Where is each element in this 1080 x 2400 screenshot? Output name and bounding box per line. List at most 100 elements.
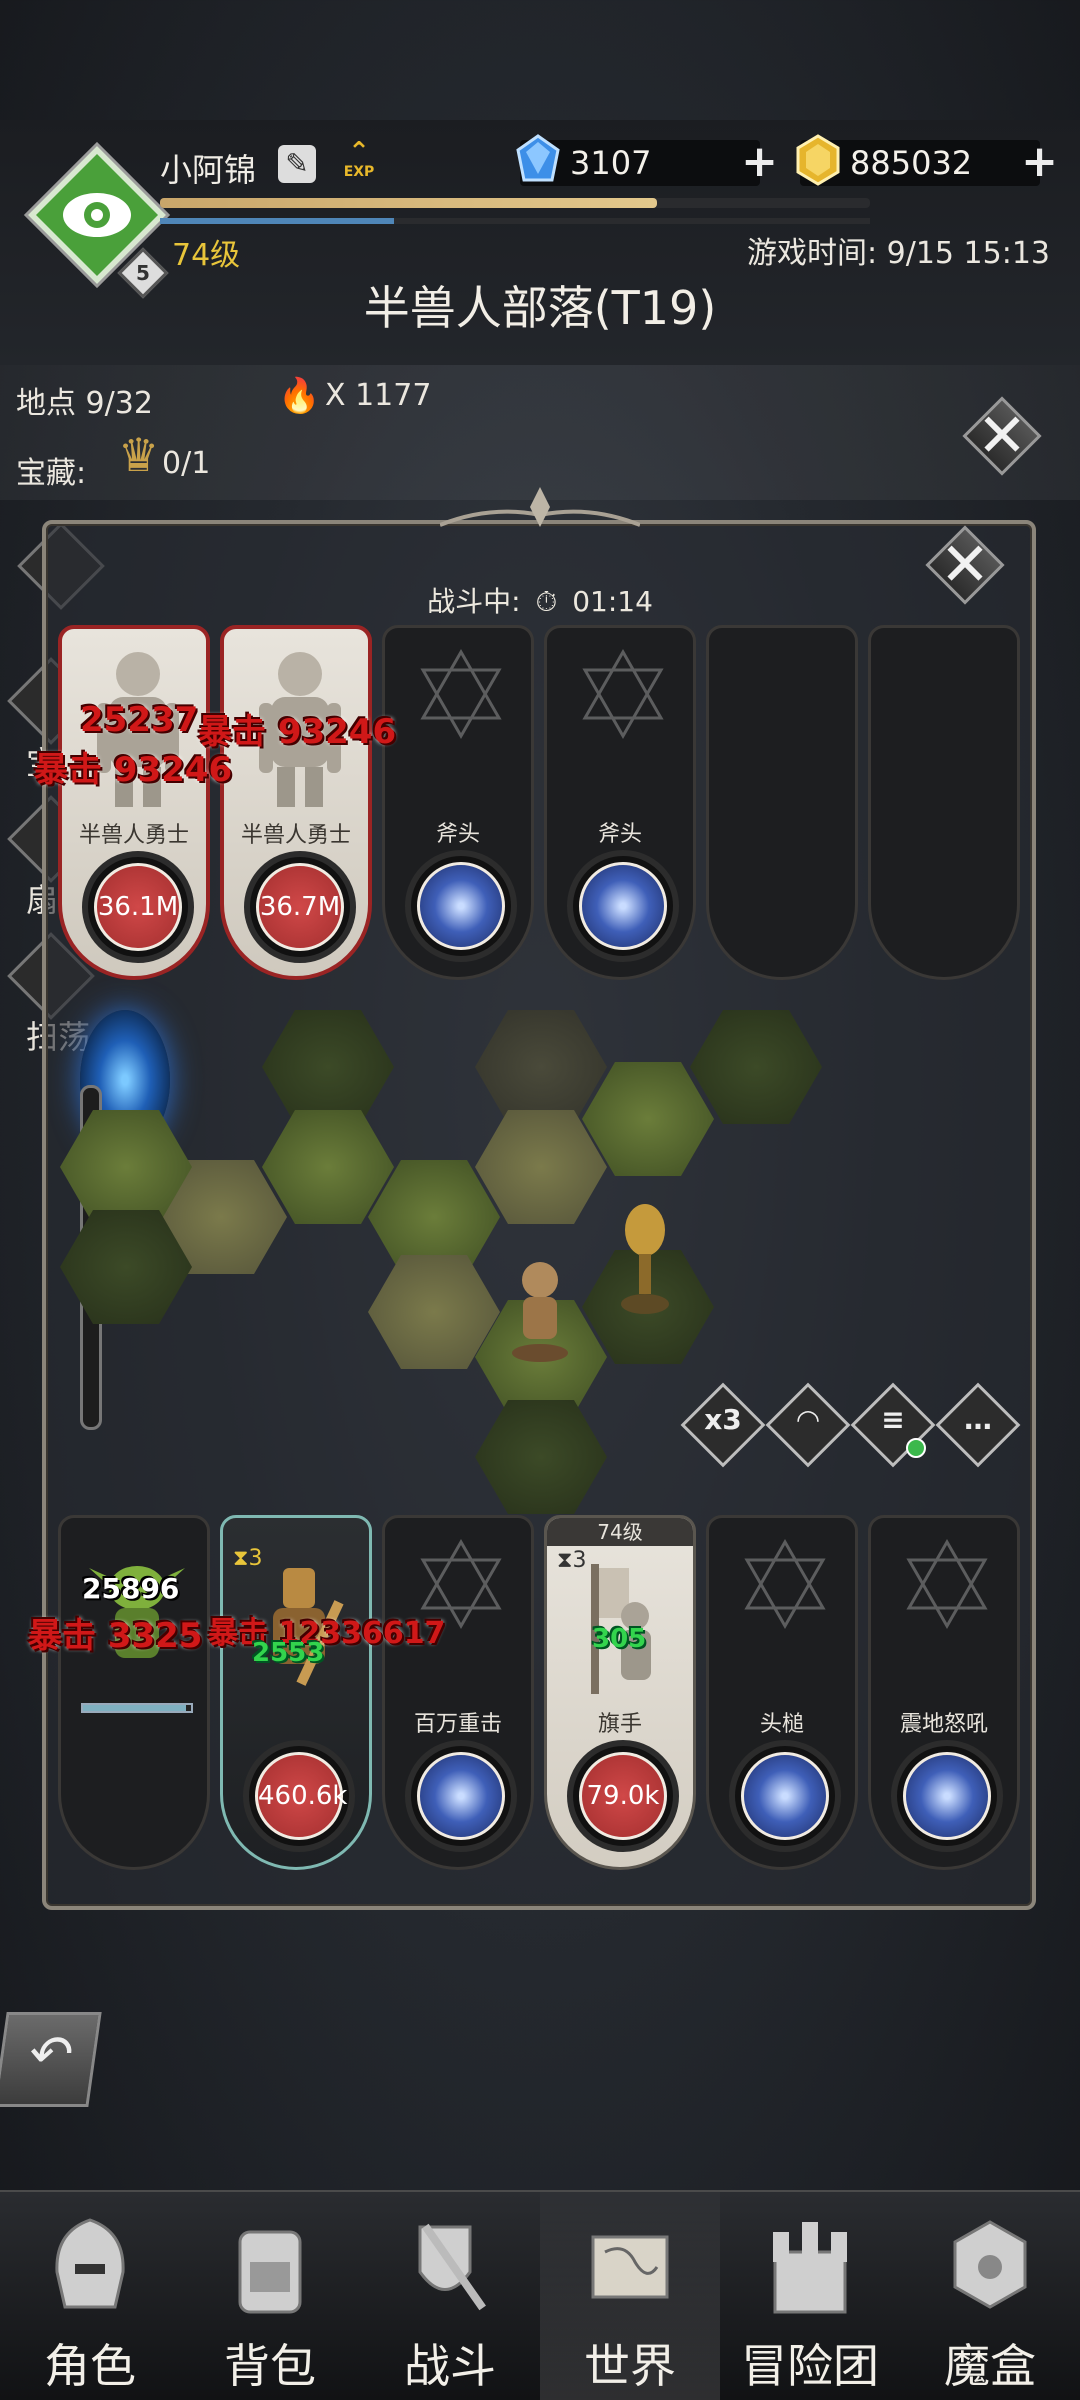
enemy-name: 半兽人勇士 [78, 823, 189, 848]
empty-enemy-slot [868, 625, 1020, 980]
ally-name: 旗手 [597, 1712, 642, 1737]
ally-card-warrior[interactable]: ⧗3 460.6k [220, 1515, 372, 1870]
player-token-icon[interactable] [505, 1255, 575, 1365]
game-time: 游戏时间: 9/15 15:13 [746, 236, 1050, 271]
castle-icon [773, 2222, 847, 2314]
close-zone-button[interactable]: ✕ [962, 396, 1042, 476]
skill-card-headbutt[interactable]: 头槌 [706, 1515, 858, 1870]
backpack-icon [238, 2230, 302, 2314]
auto-button[interactable]: ◠ [765, 1382, 851, 1468]
bottom-nav: 角色 背包 战斗 世界 冒险团 魔盒 [0, 2190, 1080, 2400]
nav-label: 背包 [224, 2339, 316, 2393]
close-icon: ✕ [976, 401, 1028, 471]
enemy-card-orc-warrior-1[interactable]: 半兽人勇士 36.1M [58, 625, 210, 980]
speed-x3-button[interactable]: x3 [680, 1382, 766, 1468]
torch-icon: 🔥 [278, 376, 321, 416]
enemy-hp: 36.7M [256, 863, 344, 951]
skill-orb [405, 1740, 517, 1852]
sword-skill-icon [417, 862, 505, 950]
skill-name: 震地怒吼 [899, 1712, 988, 1737]
skill-orb [405, 850, 517, 962]
nav-label: 冒险团 [741, 2339, 879, 2393]
ally-card-goblin[interactable] [58, 1515, 210, 1870]
shield-sword-icon [418, 2223, 486, 2311]
notification-dot [906, 1438, 926, 1458]
nav-label: 角色 [44, 2339, 136, 2393]
mushroom-cloud-skill-icon [417, 1752, 505, 1840]
enemy-hp-orb: 36.7M [244, 851, 356, 963]
ally-hp-orb: 460.6k [243, 1740, 355, 1852]
ally-hp-orb: 79.0k [567, 1740, 679, 1852]
damage-number: 25237 [80, 700, 199, 740]
skill-card-million-strike[interactable]: 百万重击 [382, 1515, 534, 1870]
chat-button[interactable]: … [935, 1382, 1021, 1468]
ally-hp-bar-fill [83, 1705, 186, 1711]
skill-name: 斧头 [435, 822, 480, 847]
exp-label: EXP [343, 164, 375, 180]
nav-item-world[interactable]: 世界 [540, 2192, 720, 2400]
hexagram-icon [582, 648, 664, 740]
speed-x3-label: x3 [704, 1403, 742, 1436]
add-diamond-button[interactable]: + [741, 140, 778, 184]
crit-damage-number: 暴击 12336617 [208, 1616, 446, 1651]
nav-item-battle[interactable]: 战斗 [360, 2192, 540, 2400]
player-name: 小阿锦 [160, 151, 257, 189]
hourglass-icon: ⧗ [233, 1546, 249, 1571]
trophy-icon: ♛ [118, 428, 160, 482]
ornament-icon [440, 487, 640, 527]
secondary-bar [160, 218, 870, 224]
skill-orb [567, 850, 679, 962]
crit-damage-number: 暴击 3325 [28, 1616, 203, 1656]
treasure-trophy-icon[interactable] [615, 1200, 675, 1320]
enemy-skill-card-axe-1[interactable]: 斧头 [382, 625, 534, 980]
back-button[interactable]: ↶ [0, 2012, 102, 2107]
nav-item-magic-box[interactable]: 魔盒 [900, 2192, 1080, 2400]
log-icon: ≡ [881, 1403, 905, 1436]
ally-hp: 79.0k [579, 1752, 667, 1840]
ally-hp: 460.6k [255, 1752, 348, 1840]
enemy-hp-orb: 36.1M [82, 851, 194, 963]
nav-label: 世界 [584, 2339, 676, 2393]
damage-number: 25896 [82, 1572, 180, 1605]
hexagram-icon [906, 1538, 988, 1630]
crit-damage-number: 暴击 93246 [198, 712, 397, 752]
edit-icon[interactable]: ✎ [278, 145, 316, 183]
secondary-bar-fill [160, 218, 395, 224]
heal-number: 2553 [252, 1638, 325, 1668]
enemy-card-orc-warrior-2[interactable]: 半兽人勇士 36.7M [220, 625, 372, 980]
helmet-icon [55, 2218, 125, 2309]
ally-level: 74级 [547, 1518, 693, 1546]
skill-card-earth-roar[interactable]: 震地怒吼 [868, 1515, 1020, 1870]
diamond-value: 3107 [570, 144, 652, 182]
exp-icon[interactable]: ⌃ EXP [338, 139, 380, 184]
battle-status: 战斗中: ⏱ 01:14 [0, 580, 1080, 620]
map-scroll-icon [591, 2235, 669, 2299]
hexagram-icon [420, 648, 502, 740]
enemy-hp: 36.1M [94, 863, 182, 951]
diamond-icon [516, 134, 560, 182]
cube-icon [953, 2220, 1027, 2309]
empty-enemy-slot [706, 625, 858, 980]
battle-timer: 01:14 [572, 585, 653, 618]
enemy-skill-card-axe-2[interactable]: 斧头 [544, 625, 696, 980]
nav-item-adventure-team[interactable]: 冒险团 [720, 2192, 900, 2400]
roar-skill-icon [903, 1752, 991, 1840]
gold-counter: 885032 + [796, 134, 1058, 186]
nav-label: 战斗 [404, 2339, 496, 2393]
nav-item-backpack[interactable]: 背包 [180, 2192, 360, 2400]
add-gold-button[interactable]: + [1021, 140, 1058, 184]
skill-orb [729, 1740, 841, 1852]
back-arrow-icon: ↶ [25, 2025, 78, 2085]
treasure-label: 宝藏: [16, 456, 87, 491]
stopwatch-icon: ⏱ [535, 585, 558, 618]
enemy-name: 半兽人勇士 [240, 823, 351, 848]
location-progress: 地点 9/32 [16, 386, 153, 421]
player-level: 74级 [172, 238, 241, 273]
claw-skill-icon [741, 1752, 829, 1840]
gold-gem-icon [796, 134, 840, 186]
battle-log-button[interactable]: ≡ [850, 1382, 936, 1468]
nav-item-character[interactable]: 角色 [0, 2192, 180, 2400]
ally-card-flagbearer[interactable]: 74级 ⧗3 旗手 79.0k [544, 1515, 696, 1870]
hexagram-icon [744, 1538, 826, 1630]
xp-bar [160, 198, 870, 208]
